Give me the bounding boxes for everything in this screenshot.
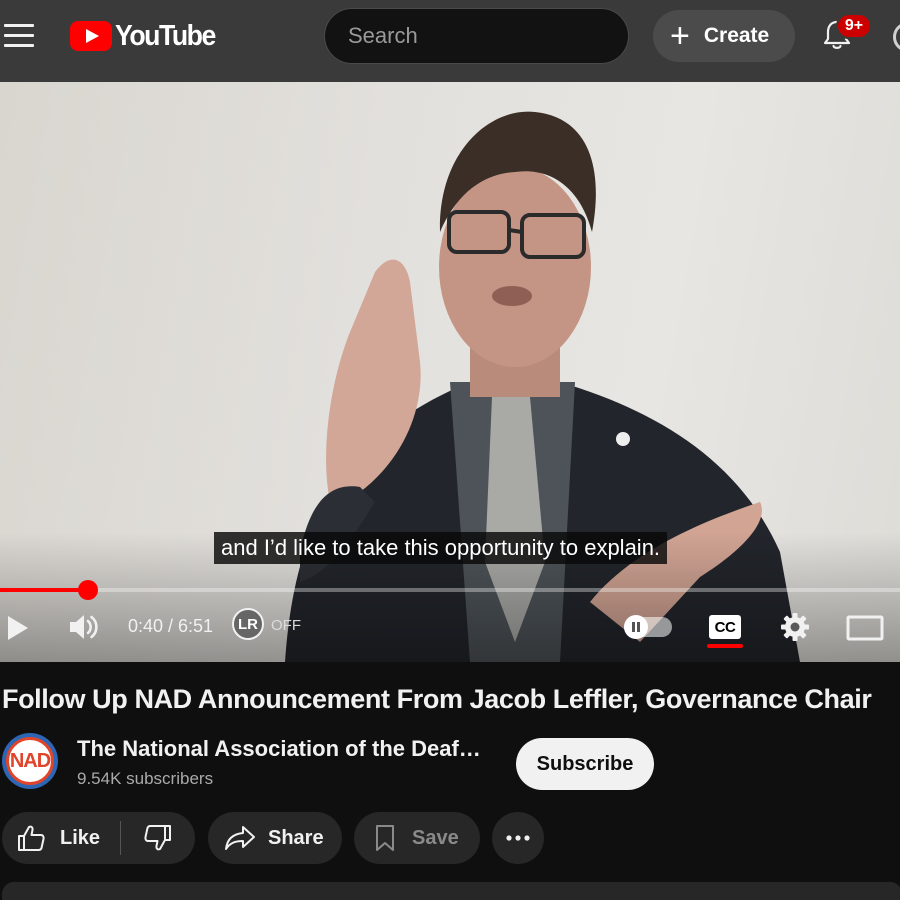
progress-played [0, 588, 88, 592]
subscriber-count: 9.54K subscribers [77, 769, 214, 788]
more-horizontal-icon [506, 835, 530, 841]
video-title: Follow Up NAD Announcement From Jacob Le… [2, 684, 872, 714]
menu-icon[interactable] [4, 24, 34, 48]
plus-icon: + [670, 17, 690, 55]
pause-icon [624, 615, 648, 639]
like-dislike-group: Like [2, 812, 195, 864]
search-input[interactable] [325, 9, 628, 63]
share-label: Share [268, 826, 324, 849]
account-avatar[interactable] [893, 22, 900, 52]
description-box[interactable] [2, 882, 900, 900]
create-button[interactable]: + Create [653, 10, 795, 62]
time-display: 0:40 / 6:51 [128, 616, 214, 636]
theater-mode-icon[interactable] [846, 615, 884, 641]
autoplay-toggle[interactable] [624, 615, 672, 639]
thumbs-down-icon [144, 825, 171, 851]
progress-bar[interactable] [0, 580, 900, 600]
dislike-button[interactable] [121, 812, 195, 864]
settings-gear-icon[interactable] [780, 612, 810, 642]
lr-state-label: OFF [271, 617, 301, 634]
progress-scrubber-handle[interactable] [78, 580, 98, 600]
more-actions-button[interactable] [492, 812, 544, 864]
share-button[interactable]: Share [208, 812, 342, 864]
play-icon[interactable] [6, 614, 30, 642]
video-player[interactable]: and I’d like to take this opportunity to… [0, 82, 900, 662]
top-bar: YouTube + Create 9+ [0, 0, 900, 82]
bookmark-icon [376, 825, 394, 851]
nad-logo: NAD [6, 737, 54, 785]
thumbs-up-icon [18, 825, 45, 851]
captions-active-indicator [707, 644, 743, 648]
notification-badge: 9+ [836, 13, 872, 39]
like-label: Like [60, 826, 101, 849]
search-bar [324, 8, 629, 64]
channel-name[interactable]: The National Association of the Deaf… [77, 736, 481, 762]
like-button[interactable]: Like [2, 812, 120, 864]
subtitle-caption: and I’d like to take this opportunity to… [214, 532, 668, 564]
youtube-logo[interactable]: YouTube [70, 20, 224, 52]
logo-text: YouTube [115, 19, 216, 52]
captions-button[interactable]: CC [709, 615, 741, 639]
save-button[interactable]: Save [354, 812, 480, 864]
create-label: Create [703, 24, 770, 47]
volume-icon[interactable] [68, 612, 100, 642]
save-label: Save [412, 826, 459, 849]
subscribe-button[interactable]: Subscribe [516, 738, 654, 790]
youtube-play-logo-icon [70, 21, 112, 51]
lr-extension-icon[interactable]: LR [232, 608, 264, 640]
channel-avatar[interactable]: NAD [2, 733, 58, 789]
share-arrow-icon [225, 826, 255, 850]
